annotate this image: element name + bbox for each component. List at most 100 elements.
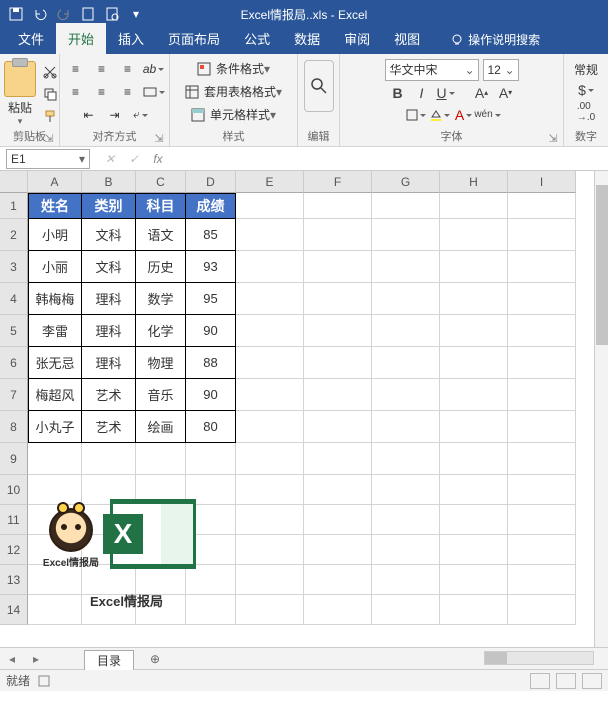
cell[interactable] xyxy=(372,251,440,283)
align-left-button[interactable]: ≡ xyxy=(63,81,89,103)
row-header[interactable]: 8 xyxy=(0,411,28,443)
cell[interactable] xyxy=(236,219,304,251)
row-header[interactable]: 5 xyxy=(0,315,28,347)
cell[interactable] xyxy=(440,411,508,443)
column-header[interactable]: A xyxy=(28,171,82,193)
cell[interactable] xyxy=(440,595,508,625)
cell[interactable] xyxy=(236,411,304,443)
cell[interactable]: 小明 xyxy=(28,219,82,251)
open-file-icon[interactable] xyxy=(100,2,124,26)
cell[interactable]: 韩梅梅 xyxy=(28,283,82,315)
cell[interactable]: 艺术 xyxy=(82,411,136,443)
cell[interactable] xyxy=(508,283,576,315)
cell[interactable] xyxy=(236,565,304,595)
cell[interactable] xyxy=(82,443,136,475)
cell[interactable]: 姓名 xyxy=(28,193,82,219)
cell[interactable] xyxy=(186,443,236,475)
cell[interactable] xyxy=(304,347,372,379)
bold-button[interactable]: B xyxy=(388,83,408,103)
cell[interactable] xyxy=(508,535,576,565)
cell[interactable]: 绘画 xyxy=(136,411,186,443)
cell[interactable]: 90 xyxy=(186,379,236,411)
tab-view[interactable]: 视图 xyxy=(382,23,432,54)
cell[interactable] xyxy=(304,411,372,443)
cell[interactable]: 艺术 xyxy=(82,379,136,411)
cell[interactable] xyxy=(440,251,508,283)
row-header[interactable]: 11 xyxy=(0,505,28,535)
fx-button[interactable]: fx xyxy=(146,152,170,166)
column-header[interactable]: C xyxy=(136,171,186,193)
cell[interactable]: 85 xyxy=(186,219,236,251)
tab-formulas[interactable]: 公式 xyxy=(232,23,282,54)
row-header[interactable]: 12 xyxy=(0,535,28,565)
cell[interactable] xyxy=(372,595,440,625)
enter-formula-button[interactable]: ✓ xyxy=(122,152,146,166)
cell[interactable] xyxy=(440,505,508,535)
cell[interactable] xyxy=(440,565,508,595)
cell[interactable] xyxy=(372,443,440,475)
cell[interactable] xyxy=(440,475,508,505)
cancel-formula-button[interactable]: ✕ xyxy=(98,152,122,166)
cell[interactable] xyxy=(508,219,576,251)
borders-button[interactable] xyxy=(406,105,426,125)
cell[interactable]: 小丽 xyxy=(28,251,82,283)
cell[interactable]: 音乐 xyxy=(136,379,186,411)
row-header[interactable]: 6 xyxy=(0,347,28,379)
new-file-icon[interactable] xyxy=(76,2,100,26)
cell[interactable] xyxy=(304,505,372,535)
cell[interactable] xyxy=(508,411,576,443)
cell[interactable] xyxy=(372,411,440,443)
cell[interactable] xyxy=(304,193,372,219)
cell[interactable] xyxy=(236,251,304,283)
cell[interactable] xyxy=(372,193,440,219)
wrap-text-button[interactable]: ⤶ xyxy=(128,104,154,126)
cell[interactable] xyxy=(508,565,576,595)
cell[interactable] xyxy=(136,443,186,475)
cell[interactable] xyxy=(236,193,304,219)
cell[interactable]: 数学 xyxy=(136,283,186,315)
save-icon[interactable] xyxy=(4,2,28,26)
undo-icon[interactable] xyxy=(28,2,52,26)
cell[interactable]: 93 xyxy=(186,251,236,283)
tab-home[interactable]: 开始 xyxy=(56,23,106,54)
cell[interactable] xyxy=(28,443,82,475)
alignment-dialog-launcher[interactable]: ⇲ xyxy=(153,132,165,144)
cell[interactable]: 梅超风 xyxy=(28,379,82,411)
cell[interactable] xyxy=(304,565,372,595)
cell[interactable]: 成绩 xyxy=(186,193,236,219)
cell[interactable]: 类别 xyxy=(82,193,136,219)
cell[interactable]: 88 xyxy=(186,347,236,379)
font-dialog-launcher[interactable]: ⇲ xyxy=(547,132,559,144)
cell[interactable] xyxy=(236,347,304,379)
cell[interactable]: 李雷 xyxy=(28,315,82,347)
cut-button[interactable] xyxy=(38,61,62,83)
align-top-button[interactable]: ≡ xyxy=(63,58,89,80)
cell[interactable]: 90 xyxy=(186,315,236,347)
number-format-combo[interactable]: 常规 xyxy=(574,61,598,78)
page-break-view-button[interactable] xyxy=(582,673,602,689)
column-header[interactable]: D xyxy=(186,171,236,193)
cell[interactable] xyxy=(372,505,440,535)
cell[interactable] xyxy=(372,219,440,251)
font-color-button[interactable]: A xyxy=(454,105,474,125)
column-header[interactable]: F xyxy=(304,171,372,193)
cell[interactable] xyxy=(28,595,82,625)
cell[interactable] xyxy=(304,315,372,347)
tab-page-layout[interactable]: 页面布局 xyxy=(156,23,232,54)
row-header[interactable]: 2 xyxy=(0,219,28,251)
cell[interactable] xyxy=(440,193,508,219)
cell[interactable] xyxy=(372,565,440,595)
align-bottom-button[interactable]: ≡ xyxy=(115,58,141,80)
cell[interactable] xyxy=(440,315,508,347)
tab-file[interactable]: 文件 xyxy=(6,23,56,54)
cell[interactable] xyxy=(304,535,372,565)
paste-button[interactable]: 粘贴 ▾ xyxy=(4,61,36,127)
row-header[interactable]: 7 xyxy=(0,379,28,411)
tab-insert[interactable]: 插入 xyxy=(106,23,156,54)
cell[interactable] xyxy=(236,379,304,411)
cell[interactable] xyxy=(304,219,372,251)
increase-font-button[interactable]: A▴ xyxy=(472,83,492,103)
cell[interactable] xyxy=(304,475,372,505)
cell[interactable] xyxy=(372,379,440,411)
cell[interactable]: 物理 xyxy=(136,347,186,379)
